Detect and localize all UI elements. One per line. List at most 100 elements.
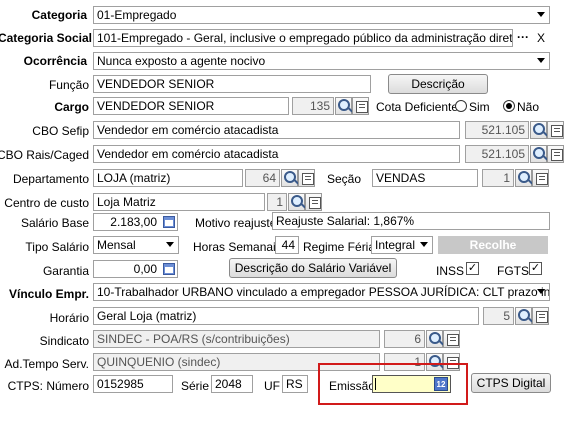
sindicato-label: Sindicato [39, 334, 89, 348]
fgts-label: FGTS [497, 264, 529, 278]
list-icon [356, 101, 368, 113]
secao-field[interactable]: VENDAS [372, 169, 478, 187]
chevron-down-icon [537, 12, 545, 17]
ocorrencia-select[interactable]: Nunca exposto a agente nocivo [93, 52, 550, 70]
chevron-down-icon [420, 242, 428, 247]
ctps-uf-field[interactable]: RS [282, 375, 308, 393]
recolhe-button[interactable]: Recolhe [438, 236, 548, 254]
horas-semanais-label: Horas Semanais [193, 240, 282, 254]
tipo-salario-label: Tipo Salário [25, 240, 89, 254]
centro-custo-field[interactable]: Loja Matriz [93, 193, 265, 211]
departamento-label: Departamento [12, 172, 89, 186]
list-icon [447, 334, 459, 346]
cargo-list-button[interactable] [352, 97, 369, 115]
regime-ferias-label: Regime Férias [303, 240, 382, 254]
cargo-code-field[interactable]: 135 [292, 97, 334, 115]
search-icon [291, 195, 303, 207]
list-icon [309, 197, 321, 209]
search-icon [533, 123, 545, 135]
ctps-serie-label: Série [181, 379, 210, 393]
list-icon [536, 311, 548, 323]
motivo-reajuste-field[interactable]: Reajuste Salarial: 1,867% [272, 212, 550, 230]
calculator-icon[interactable] [163, 263, 175, 275]
horario-field[interactable]: Geral Loja (matriz) [93, 307, 479, 325]
calculator-icon[interactable] [163, 216, 175, 228]
list-icon [536, 173, 548, 185]
inss-checkbox[interactable]: ✓ [466, 262, 479, 275]
chevron-down-icon [537, 58, 545, 63]
horario-list-button[interactable] [532, 307, 549, 325]
cbo-sefip-field[interactable]: Vendedor em comércio atacadista [93, 121, 460, 139]
cbo-sefip-list-button[interactable] [547, 121, 564, 139]
departamento-list-button[interactable] [298, 169, 315, 187]
garantia-label: Garantia [42, 264, 89, 278]
salario-base-label: Salário Base [20, 216, 89, 230]
categoria-social-label: Categoria Social [0, 31, 92, 45]
ctps-serie-field[interactable]: 2048 [211, 375, 253, 393]
sindicato-field[interactable]: SINDEC - POA/RS (s/contribuições) [93, 330, 380, 348]
cota-deficiente-label: Cota Deficiente [376, 100, 459, 114]
chevron-down-icon [166, 242, 174, 247]
secao-label: Seção [327, 172, 362, 186]
vinculo-select[interactable]: 10-Trabalhador URBANO vinculado a empreg… [93, 283, 550, 301]
secao-code-field[interactable]: 1 [482, 169, 514, 187]
vinculo-label: Vínculo Empr. [8, 287, 89, 301]
regime-ferias-select[interactable]: Integral [371, 236, 433, 254]
categoria-select[interactable]: 01-Empregado [93, 6, 550, 24]
horario-label: Horário [49, 311, 89, 325]
centro-custo-code-field[interactable]: 1 [267, 193, 287, 211]
ctps-digital-button[interactable]: CTPS Digital [471, 373, 551, 393]
fgts-checkbox[interactable]: ✓ [529, 262, 542, 275]
cargo-field[interactable]: VENDEDOR SENIOR [93, 97, 289, 115]
regime-ferias-value: Integral [375, 238, 416, 252]
centro-custo-list-button[interactable] [305, 193, 322, 211]
sindicato-search-button[interactable] [426, 330, 443, 348]
cbo-sefip-code-field[interactable]: 521.105 [465, 121, 529, 139]
cargo-search-button[interactable] [335, 97, 352, 115]
sindicato-code-field[interactable]: 6 [384, 330, 425, 348]
search-icon [338, 99, 350, 111]
centro-custo-search-button[interactable] [288, 193, 305, 211]
search-icon [284, 171, 296, 183]
garantia-value: 0,00 [133, 262, 157, 276]
categoria-social-more-button[interactable]: ··· [517, 30, 529, 44]
funcao-field[interactable]: VENDEDOR SENIOR [93, 75, 371, 93]
cbo-rais-search-button[interactable] [530, 145, 547, 163]
categoria-social-field[interactable]: 101-Empregado - Geral, inclusive o empre… [93, 29, 513, 47]
list-icon [551, 149, 563, 161]
secao-list-button[interactable] [532, 169, 549, 187]
tipo-salario-select[interactable]: Mensal [93, 236, 179, 254]
cota-nao-radio[interactable] [503, 100, 515, 112]
horario-code-field[interactable]: 5 [483, 307, 514, 325]
cota-sim-radio[interactable] [455, 100, 467, 112]
ad-tempo-label: Ad.Tempo Serv. [4, 357, 89, 371]
salario-base-value: 2.183,00 [110, 215, 157, 229]
text-cursor [375, 378, 376, 390]
employee-contract-form: Categoria 01-Empregado Categoria Social … [0, 0, 574, 439]
salario-base-field[interactable]: 2.183,00 [93, 213, 178, 231]
departamento-code-field[interactable]: 64 [245, 169, 280, 187]
departamento-search-button[interactable] [281, 169, 298, 187]
funcao-descricao-button[interactable]: Descrição [388, 74, 488, 94]
ocorrencia-label: Ocorrência [23, 54, 87, 68]
vinculo-value: 10-Trabalhador URBANO vinculado a empreg… [97, 285, 550, 299]
cota-sim-label: Sim [469, 100, 490, 114]
ctps-emissao-field[interactable]: 12 [372, 375, 451, 393]
categoria-social-clear-button[interactable]: X [537, 31, 545, 45]
motivo-reajuste-label: Motivo reajuste [195, 216, 277, 230]
horario-search-button[interactable] [515, 307, 532, 325]
cbo-rais-code-field[interactable]: 521.105 [465, 145, 529, 163]
garantia-field[interactable]: 0,00 [93, 260, 178, 278]
cbo-rais-field[interactable]: Vendedor em comércio atacadista [93, 145, 460, 163]
ctps-numero-field[interactable]: 0152985 [93, 375, 173, 393]
sindicato-list-button[interactable] [443, 330, 460, 348]
secao-search-button[interactable] [515, 169, 532, 187]
salario-variavel-descricao-button[interactable]: Descrição do Salário Variável [229, 258, 397, 278]
tipo-salario-value: Mensal [97, 238, 136, 252]
horas-semanais-field[interactable]: 44 [275, 236, 299, 254]
cbo-rais-list-button[interactable] [547, 145, 564, 163]
cbo-sefip-search-button[interactable] [530, 121, 547, 139]
list-icon [551, 125, 563, 137]
departamento-field[interactable]: LOJA (matriz) [93, 169, 243, 187]
calendar-icon[interactable]: 12 [434, 377, 448, 391]
